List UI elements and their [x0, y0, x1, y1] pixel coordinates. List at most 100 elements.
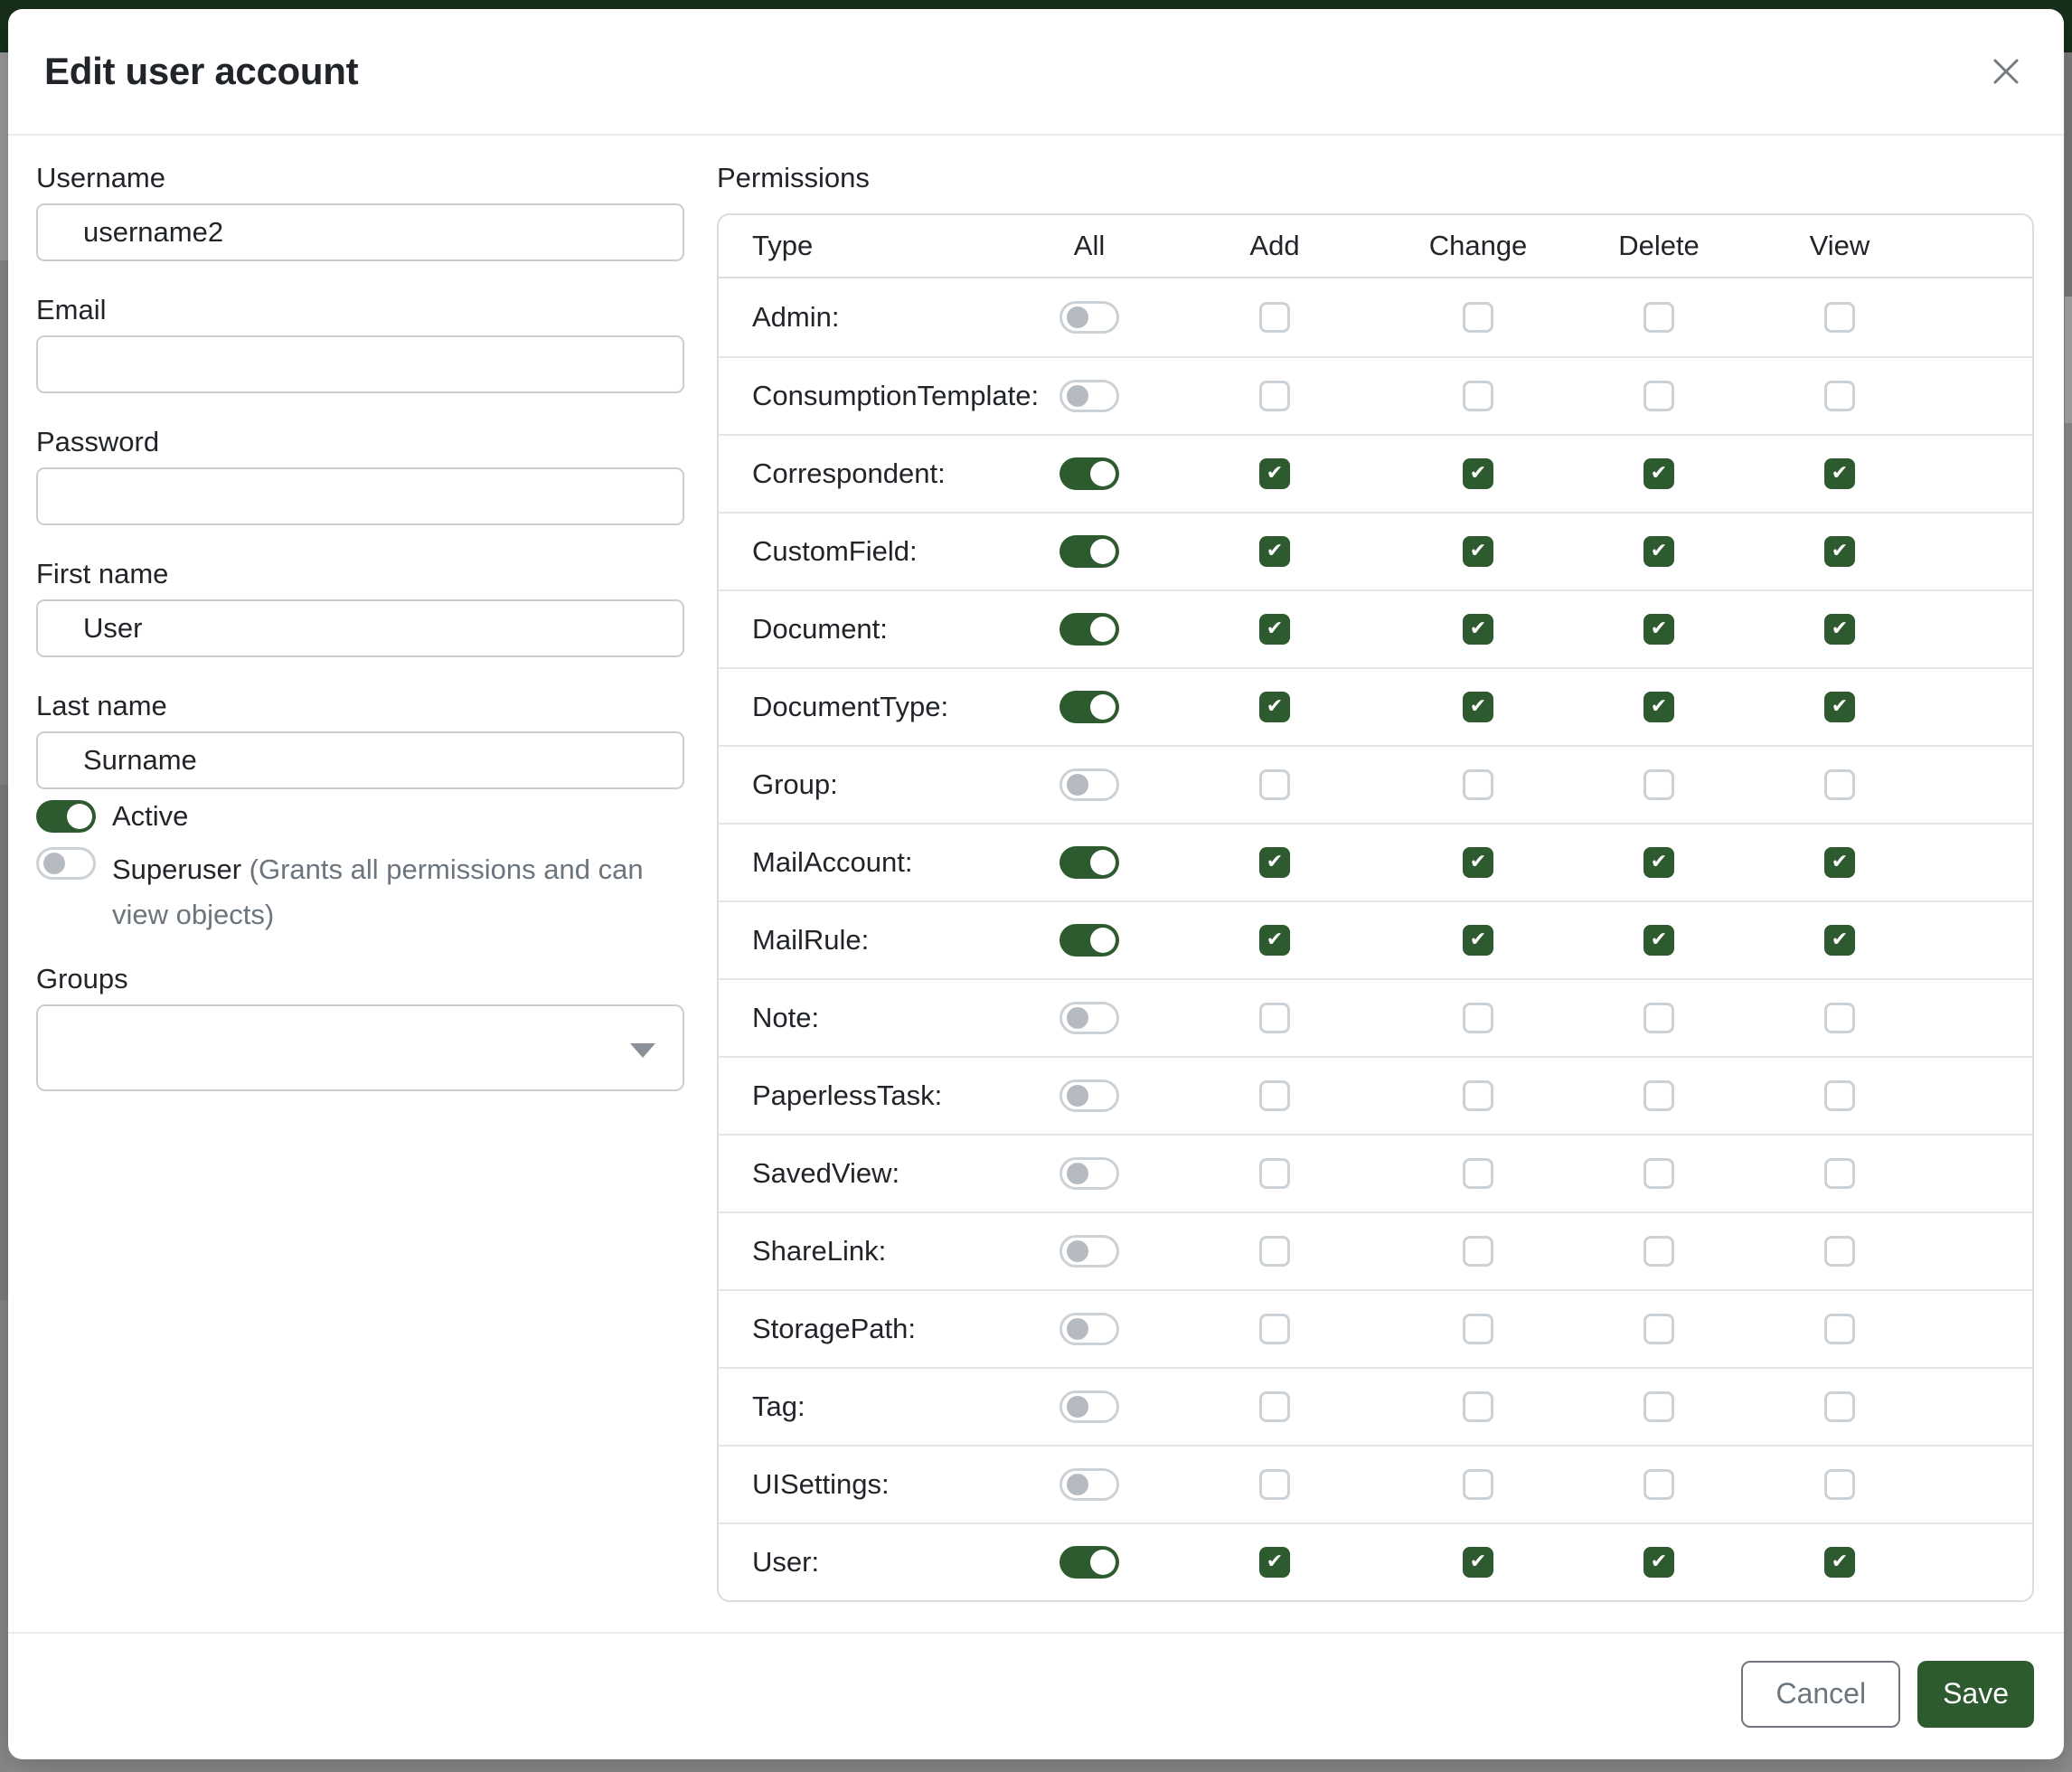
permission-delete-checkbox[interactable]: [1643, 1158, 1674, 1189]
permission-all-toggle[interactable]: [1060, 1546, 1119, 1579]
permission-all-toggle[interactable]: [1060, 535, 1119, 568]
permission-all-toggle[interactable]: [1060, 1390, 1119, 1423]
permission-add-checkbox[interactable]: [1259, 536, 1290, 567]
permission-add-checkbox[interactable]: [1259, 1003, 1290, 1033]
permission-add-checkbox[interactable]: [1259, 381, 1290, 411]
permission-change-checkbox[interactable]: [1463, 1391, 1493, 1422]
email-input[interactable]: [36, 335, 684, 393]
save-button[interactable]: Save: [1917, 1661, 2034, 1728]
permission-add-checkbox[interactable]: [1259, 1080, 1290, 1111]
permission-view-checkbox[interactable]: [1824, 925, 1855, 956]
permission-add-checkbox[interactable]: [1259, 302, 1290, 333]
permission-delete-checkbox[interactable]: [1643, 1236, 1674, 1267]
permission-change-checkbox[interactable]: [1463, 692, 1493, 722]
username-input[interactable]: [36, 203, 684, 261]
permission-delete-checkbox[interactable]: [1643, 1469, 1674, 1500]
permission-view-checkbox[interactable]: [1824, 692, 1855, 722]
permission-change-checkbox[interactable]: [1463, 1469, 1493, 1500]
permission-view-checkbox[interactable]: [1824, 1391, 1855, 1422]
permission-change-checkbox[interactable]: [1463, 1003, 1493, 1033]
cancel-button[interactable]: Cancel: [1741, 1661, 1900, 1728]
permission-add-checkbox[interactable]: [1259, 1469, 1290, 1500]
permission-all-toggle[interactable]: [1060, 380, 1119, 412]
permission-change-checkbox[interactable]: [1463, 1080, 1493, 1111]
first-name-input[interactable]: [36, 599, 684, 657]
permission-change-checkbox[interactable]: [1463, 1158, 1493, 1189]
permission-view-checkbox[interactable]: [1824, 458, 1855, 489]
superuser-toggle[interactable]: [36, 847, 96, 880]
permission-delete-checkbox[interactable]: [1643, 1547, 1674, 1578]
last-name-input[interactable]: [36, 731, 684, 789]
permission-all-toggle[interactable]: [1060, 1468, 1119, 1501]
permission-delete-checkbox[interactable]: [1643, 769, 1674, 800]
permission-all-toggle[interactable]: [1060, 1079, 1119, 1112]
permission-all-toggle[interactable]: [1060, 846, 1119, 879]
permission-add-checkbox[interactable]: [1259, 614, 1290, 645]
permission-all-toggle[interactable]: [1060, 1313, 1119, 1345]
permission-view-checkbox[interactable]: [1824, 769, 1855, 800]
permission-all-toggle[interactable]: [1060, 768, 1119, 801]
permission-view-checkbox[interactable]: [1824, 1547, 1855, 1578]
permission-all-toggle[interactable]: [1060, 924, 1119, 957]
permission-delete-checkbox[interactable]: [1643, 381, 1674, 411]
permission-all-toggle[interactable]: [1060, 1235, 1119, 1268]
permission-all-toggle[interactable]: [1060, 691, 1119, 723]
permission-add-checkbox[interactable]: [1259, 1547, 1290, 1578]
permission-add-checkbox[interactable]: [1259, 847, 1290, 878]
permission-add-checkbox[interactable]: [1259, 1391, 1290, 1422]
permission-view-checkbox[interactable]: [1824, 1080, 1855, 1111]
permission-delete-checkbox[interactable]: [1643, 614, 1674, 645]
permission-change-checkbox[interactable]: [1463, 614, 1493, 645]
permission-view-checkbox[interactable]: [1824, 1003, 1855, 1033]
permission-delete-checkbox[interactable]: [1643, 458, 1674, 489]
permission-view-checkbox[interactable]: [1824, 302, 1855, 333]
permission-change-checkbox[interactable]: [1463, 1314, 1493, 1344]
permission-delete-checkbox[interactable]: [1643, 536, 1674, 567]
permission-add-checkbox[interactable]: [1259, 1236, 1290, 1267]
permission-delete-checkbox[interactable]: [1643, 302, 1674, 333]
permission-delete-checkbox[interactable]: [1643, 1314, 1674, 1344]
permission-add-checkbox[interactable]: [1259, 925, 1290, 956]
password-label: Password: [36, 426, 684, 458]
permission-delete-checkbox[interactable]: [1643, 1003, 1674, 1033]
permission-view-checkbox[interactable]: [1824, 847, 1855, 878]
permission-change-checkbox[interactable]: [1463, 769, 1493, 800]
permission-view-checkbox[interactable]: [1824, 381, 1855, 411]
permission-view-checkbox[interactable]: [1824, 614, 1855, 645]
permission-delete-checkbox[interactable]: [1643, 1391, 1674, 1422]
groups-select[interactable]: [36, 1004, 684, 1091]
password-input[interactable]: [36, 467, 684, 525]
permissions-table: Type All Add Change Delete View Admin: C…: [717, 213, 2034, 1602]
toggle-knob: [1067, 1396, 1088, 1418]
permission-change-checkbox[interactable]: [1463, 302, 1493, 333]
permission-change-checkbox[interactable]: [1463, 536, 1493, 567]
close-button[interactable]: [1984, 50, 2028, 93]
permission-all-toggle[interactable]: [1060, 457, 1119, 490]
permission-view-checkbox[interactable]: [1824, 1469, 1855, 1500]
permission-all-toggle[interactable]: [1060, 1002, 1119, 1034]
permission-delete-checkbox[interactable]: [1643, 925, 1674, 956]
permission-add-checkbox[interactable]: [1259, 769, 1290, 800]
permission-change-checkbox[interactable]: [1463, 381, 1493, 411]
permission-change-checkbox[interactable]: [1463, 1236, 1493, 1267]
permission-add-checkbox[interactable]: [1259, 692, 1290, 722]
permission-change-checkbox[interactable]: [1463, 1547, 1493, 1578]
permission-add-checkbox[interactable]: [1259, 1314, 1290, 1344]
permission-delete-checkbox[interactable]: [1643, 1080, 1674, 1111]
permission-delete-checkbox[interactable]: [1643, 847, 1674, 878]
permission-view-checkbox[interactable]: [1824, 1158, 1855, 1189]
permission-delete-checkbox[interactable]: [1643, 692, 1674, 722]
permission-add-checkbox[interactable]: [1259, 458, 1290, 489]
permission-change-checkbox[interactable]: [1463, 847, 1493, 878]
superuser-label: Superuser: [112, 853, 241, 885]
permission-add-checkbox[interactable]: [1259, 1158, 1290, 1189]
permission-all-toggle[interactable]: [1060, 301, 1119, 334]
permission-view-checkbox[interactable]: [1824, 1236, 1855, 1267]
permission-change-checkbox[interactable]: [1463, 458, 1493, 489]
permission-view-checkbox[interactable]: [1824, 536, 1855, 567]
permission-all-toggle[interactable]: [1060, 1157, 1119, 1190]
permission-all-toggle[interactable]: [1060, 613, 1119, 646]
permission-change-checkbox[interactable]: [1463, 925, 1493, 956]
permission-view-checkbox[interactable]: [1824, 1314, 1855, 1344]
active-toggle[interactable]: [36, 800, 96, 833]
